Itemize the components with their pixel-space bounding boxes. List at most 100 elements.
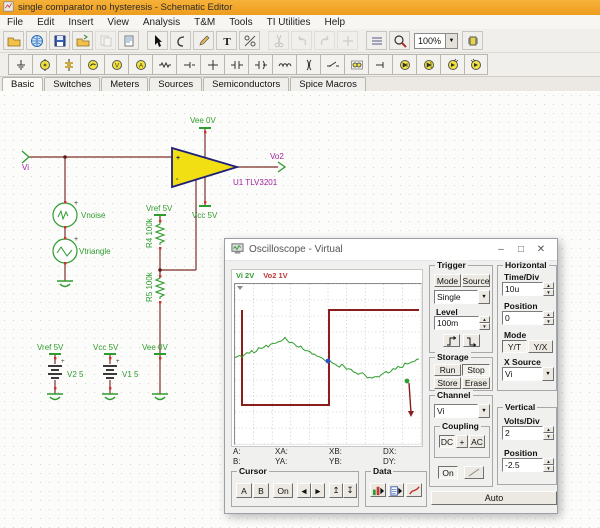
paste-button[interactable] [118,31,139,50]
delete-tool-button[interactable] [239,31,260,50]
vo2-label[interactable]: Vo2 [270,152,284,161]
auto-button[interactable]: Auto [431,491,557,505]
vi-label[interactable]: Vi [22,163,29,172]
menu-view[interactable]: View [100,16,136,29]
vo2-edge-marker[interactable] [408,383,414,417]
globe-button[interactable] [26,31,47,50]
r5-resistor[interactable] [156,276,164,299]
vnoise-source[interactable]: + [53,200,78,227]
store-button[interactable]: Store [434,377,461,389]
schematic-canvas[interactable]: + + + - [0,91,600,528]
v1-label[interactable]: V1 5 [122,370,139,379]
volts-div-input[interactable]: 2 [502,426,543,440]
photodiode-component-button[interactable] [464,54,488,75]
menu-tools[interactable]: Tools [222,16,259,29]
erase-button[interactable]: Erase [462,377,490,389]
oscilloscope-window[interactable]: Oscilloscope - Virtual – □ ✕ Vi 2VVo2 1V… [224,238,558,514]
channel-on-button[interactable]: On [438,466,458,479]
zoom-magnifier-button[interactable] [389,31,410,50]
h-position-input[interactable]: 0 [502,311,543,325]
trigger-level-down-button[interactable]: ▼ [479,323,490,330]
stop-button[interactable]: Stop [462,364,490,376]
coupling-dc-button[interactable]: DC [439,435,455,448]
time-div-spinner[interactable]: 10u ▲▼ [502,282,554,296]
trigger-level-up-button[interactable]: ▲ [479,316,490,323]
v-position-up-button[interactable]: ▲ [543,458,554,465]
text-tool-button[interactable]: T [216,31,237,50]
zoom-dropdown-button[interactable]: ▼ [445,34,457,48]
wire-tool-button[interactable] [170,31,191,50]
v-position-spinner[interactable]: -2.5 ▲▼ [502,458,554,472]
vi-terminal[interactable] [22,151,29,163]
menu-analysis[interactable]: Analysis [136,16,187,29]
cursor-down-button[interactable]: ↧ [343,483,357,498]
time-div-input[interactable]: 10u [502,282,543,296]
yt-mode-button[interactable]: Y/T [502,340,527,353]
x-source-dropdown-button[interactable]: ▼ [542,367,554,381]
tab-semiconductors[interactable]: Semiconductors [203,77,289,91]
time-div-down-button[interactable]: ▼ [543,289,554,296]
transformer-component-button[interactable] [296,54,320,75]
v-position-down-button[interactable]: ▼ [543,465,554,472]
ammeter-component-button[interactable]: A [128,54,152,75]
vcc-bat-label[interactable]: Vcc 5V [93,343,119,352]
copy-data-button[interactable] [388,483,404,497]
run-button[interactable]: Run [434,364,461,376]
menu-t-m[interactable]: T&M [187,16,222,29]
cursor-arrow-button[interactable] [147,31,168,50]
ic-component-button[interactable] [462,31,483,50]
coupling-ac-button[interactable]: AC [469,435,485,448]
probe-component-button[interactable] [176,54,200,75]
cursor-left-button[interactable]: ◄ [297,483,311,498]
led-component-button[interactable] [440,54,464,75]
x-source-dropdown[interactable]: Vi ▼ [502,367,554,381]
vnoise-label[interactable]: Vnoise [81,211,106,220]
cut-button[interactable] [268,31,289,50]
volts-div-up-button[interactable]: ▲ [543,426,554,433]
vi-edge-marker[interactable] [405,379,410,384]
save-button[interactable] [49,31,70,50]
x-source-value[interactable]: Vi [502,367,542,381]
coupling-plus-button[interactable]: + [456,435,468,448]
diode-component-button[interactable] [392,54,416,75]
trigger-mode-dropdown-button[interactable]: ▼ [478,290,490,304]
r4-resistor[interactable] [156,222,164,245]
time-div-up-button[interactable]: ▲ [543,282,554,289]
vo2-terminal[interactable] [278,162,285,172]
node-plus-component-button[interactable] [200,54,224,75]
cursor-on-button[interactable]: On [273,483,293,498]
volts-div-spinner[interactable]: 2 ▲▼ [502,426,554,440]
oscilloscope-titlebar[interactable]: Oscilloscope - Virtual – □ ✕ [225,239,557,261]
h-position-up-button[interactable]: ▲ [543,311,554,318]
trigger-mode-dropdown[interactable]: Single ▼ [434,290,490,304]
vee-top-label[interactable]: Vee 0V [190,116,216,125]
vtriangle-label[interactable]: Vtriangle [79,247,111,256]
terminal-component-button[interactable] [368,54,392,75]
menu-file[interactable]: File [0,16,30,29]
redo-button[interactable] [314,31,335,50]
v-position-input[interactable]: -2.5 [502,458,543,472]
menu-ti-utilities[interactable]: TI Utilities [260,16,318,29]
close-button[interactable]: ✕ [531,244,551,255]
r4-label[interactable]: R4 100k [145,217,154,248]
vtriangle-source[interactable]: + [53,236,78,263]
vref-divider-label[interactable]: Vref 5V [146,204,173,213]
trigger-level-spinner[interactable]: 100m ▲▼ [434,316,490,330]
polarized-capacitor-component-button[interactable] [248,54,272,75]
cursor-point-marker[interactable] [326,359,331,364]
tab-sources[interactable]: Sources [149,77,202,91]
save-curve-button[interactable] [370,483,386,497]
cursor-a-button[interactable]: A [236,483,252,498]
annotate-curve-button[interactable] [406,483,422,497]
zoom-level-select[interactable]: 100%▼ [414,33,458,49]
h-position-spinner[interactable]: 0 ▲▼ [502,311,554,325]
cursor-right-button[interactable]: ► [311,483,325,498]
crosshair-button[interactable] [337,31,358,50]
h-position-down-button[interactable]: ▼ [543,318,554,325]
channel-slope-button[interactable] [464,466,484,479]
menu-help[interactable]: Help [318,16,353,29]
tab-meters[interactable]: Meters [101,77,148,91]
minimize-button[interactable]: – [491,244,511,255]
trigger-mode-button[interactable]: Mode [434,274,461,287]
maximize-button[interactable]: □ [511,244,531,255]
